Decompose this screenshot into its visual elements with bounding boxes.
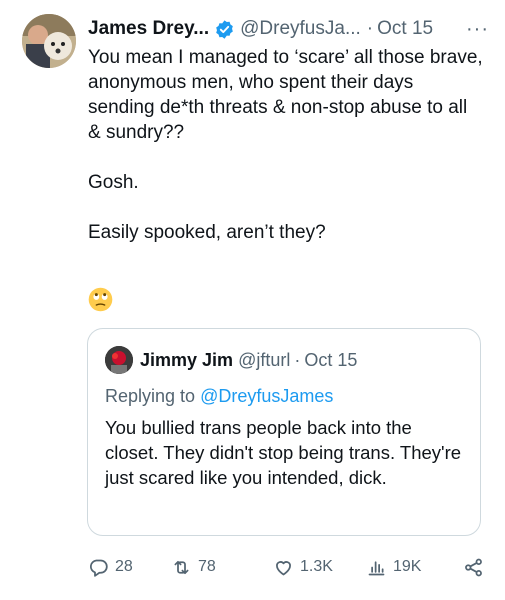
tweet-date[interactable]: Oct 15: [377, 17, 433, 41]
quoted-author-avatar[interactable]: [105, 346, 133, 374]
reply-count: 28: [115, 558, 133, 575]
heart-icon: [276, 560, 291, 575]
author-handle[interactable]: @DreyfusJa...: [240, 17, 361, 41]
reply-icon: [89, 559, 108, 577]
quoted-author-name[interactable]: Jimmy Jim: [140, 348, 233, 372]
views-button[interactable]: 19K: [366, 552, 421, 582]
like-button[interactable]: 1.3K: [273, 552, 333, 582]
rolling-eyes-emoji-icon: [88, 287, 113, 312]
author-name[interactable]: James Drey...: [88, 17, 209, 41]
tweet-header: James Drey... @DreyfusJa... · Oct 15 ···: [88, 17, 489, 41]
share-button[interactable]: [463, 552, 490, 582]
retweet-button[interactable]: 78: [171, 552, 216, 582]
separator-dot: ·: [366, 18, 374, 39]
tweet-text: You mean I managed to ‘scare’ all those …: [88, 45, 483, 245]
quoted-tweet-card[interactable]: Jimmy Jim @jfturl · Oct 15 Replying to @…: [87, 328, 481, 536]
action-bar: 28 78 1.3K 19K: [88, 552, 488, 582]
tweet-paragraph: Gosh.: [88, 172, 139, 193]
like-count: 1.3K: [300, 558, 333, 575]
author-avatar[interactable]: [22, 14, 76, 68]
tweet-paragraph: You mean I managed to ‘scare’ all those …: [88, 47, 483, 143]
views-chart-icon: [368, 560, 385, 575]
quoted-tweet-header: Jimmy Jim @jfturl · Oct 15: [105, 346, 357, 374]
share-icon: [465, 558, 482, 576]
retweet-count: 78: [198, 558, 216, 575]
tweet[interactable]: James Drey... @DreyfusJa... · Oct 15 ···…: [0, 0, 505, 600]
reply-button[interactable]: 28: [88, 552, 133, 582]
more-options-icon[interactable]: ···: [466, 17, 489, 41]
replying-to-mention[interactable]: @DreyfusJames: [200, 386, 333, 406]
replying-to-prefix: Replying to: [105, 386, 201, 406]
tweet-paragraph: Easily spooked, aren’t they?: [88, 222, 326, 243]
quoted-tweet-date[interactable]: Oct 15: [304, 348, 357, 372]
retweet-icon: [174, 560, 189, 574]
separator-dot: ·: [294, 350, 301, 370]
verified-badge-icon: [216, 19, 233, 39]
views-count: 19K: [393, 558, 422, 575]
quoted-author-handle[interactable]: @jfturl: [238, 348, 290, 372]
quoted-tweet-text: You bullied trans people back into the c…: [105, 417, 462, 488]
replying-to-line: Replying to @DreyfusJames: [105, 384, 333, 408]
